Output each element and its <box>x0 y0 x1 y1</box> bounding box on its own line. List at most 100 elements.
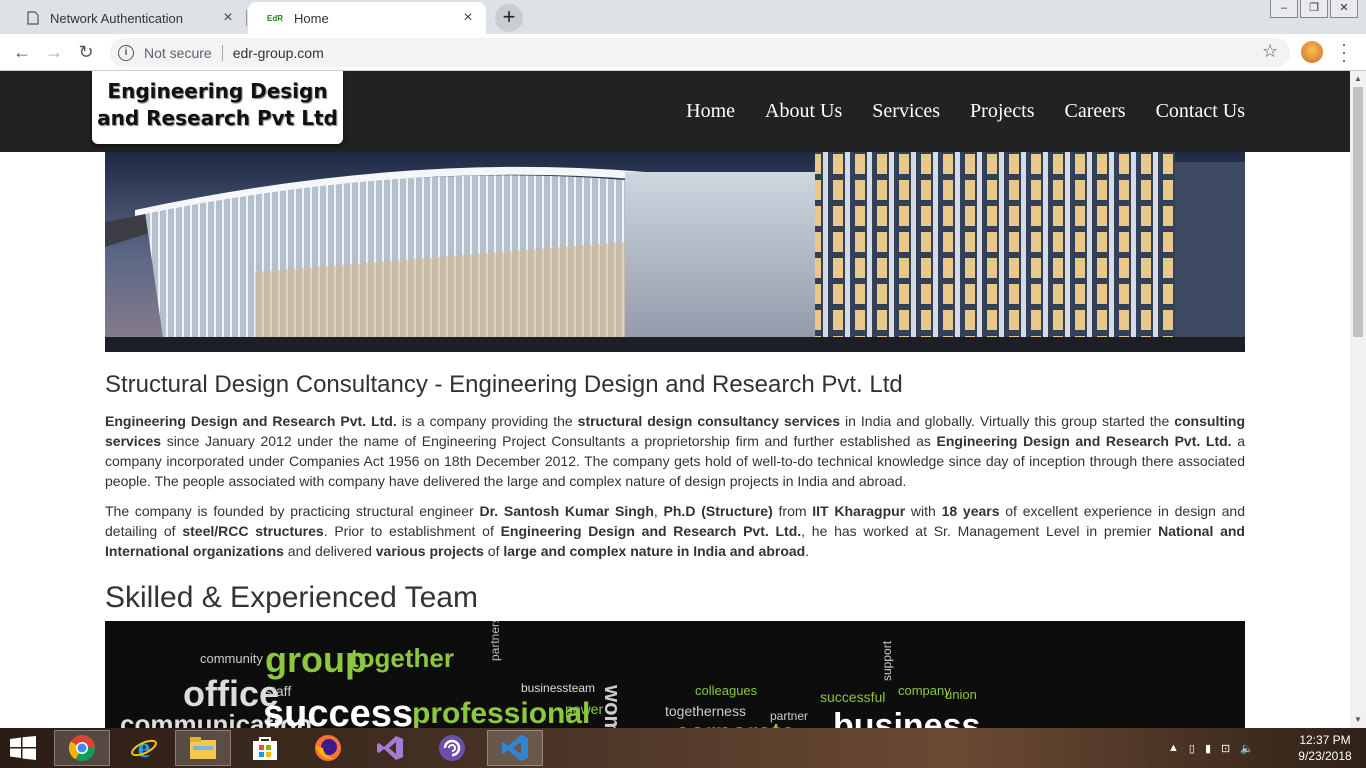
main-content: Structural Design Consultancy - Engineer… <box>105 371 1245 615</box>
menu-icon[interactable]: · · · <box>1338 35 1350 69</box>
word-cloud-word: community <box>200 651 263 666</box>
internet-explorer-icon[interactable]: e <box>116 730 172 766</box>
word-cloud-word: support <box>880 640 894 681</box>
intro-paragraph: Engineering Design and Research Pvt. Ltd… <box>105 411 1245 491</box>
bold-text: large and complex nature in India and ab… <box>503 543 806 559</box>
divider <box>221 44 223 61</box>
battery-level-icon[interactable]: ▮ <box>1205 742 1211 755</box>
word-cloud-word: power <box>565 701 604 717</box>
tab-home[interactable]: EdR Home × <box>248 2 486 34</box>
text-run: from <box>772 503 813 519</box>
page-scrollbar[interactable]: ▲ ▼ <box>1350 71 1366 728</box>
edr-favicon: EdR <box>267 13 283 23</box>
bold-text: structural design consultancy services <box>577 413 841 429</box>
back-icon[interactable]: ← <box>10 40 34 64</box>
bold-text: Dr. Santosh Kumar Singh <box>479 503 654 519</box>
tab-network-authentication[interactable]: Network Authentication × <box>8 2 246 34</box>
word-cloud-word: partner <box>770 709 809 723</box>
founder-paragraph: The company is founded by practicing str… <box>105 501 1245 561</box>
file-explorer-icon[interactable] <box>175 730 231 766</box>
bold-text: Engineering Design and Research Pvt. Ltd… <box>105 413 397 429</box>
close-tab-icon[interactable]: × <box>220 10 236 26</box>
clock-date: 9/23/2018 <box>1298 749 1352 763</box>
scrollbar-thumb[interactable] <box>1353 87 1363 337</box>
nav-services[interactable]: Services <box>872 100 940 123</box>
app-icon[interactable] <box>424 730 480 766</box>
vscode-icon[interactable] <box>487 730 543 766</box>
word-cloud-word: success <box>263 693 414 728</box>
visual-studio-icon[interactable] <box>362 730 418 766</box>
store-icon[interactable] <box>237 730 293 766</box>
bold-text: steel/RCC structures <box>182 523 324 539</box>
page-viewport: Engineering Design and Research Pvt Ltd … <box>0 71 1350 728</box>
text-run: , <box>653 503 664 519</box>
team-word-cloud-image: unitycommunitygrouptogetherpartnersoffic… <box>105 621 1245 728</box>
site-logo[interactable]: Engineering Design and Research Pvt Ltd <box>92 71 343 144</box>
word-cloud-word: union <box>945 687 977 702</box>
text-run: . Prior to establishment of <box>323 523 501 539</box>
network-icon[interactable]: ⊡ <box>1221 742 1230 755</box>
bold-text: Engineering Design and Research Pvt. Ltd… <box>936 433 1232 449</box>
close-window-icon[interactable]: ✕ <box>1330 0 1358 18</box>
close-tab-icon[interactable]: × <box>460 10 476 26</box>
tab-strip: Network Authentication × EdR Home × + – … <box>0 0 1366 34</box>
site-nav: Home About Us Services Projects Careers … <box>686 100 1245 123</box>
reload-icon[interactable]: ↻ <box>74 40 98 64</box>
text-run: . <box>805 543 810 559</box>
browser-toolbar: ← → ↻ i Not secure edr-group.com ☆ · · · <box>0 34 1366 71</box>
window-controls: – ❐ ✕ <box>1270 0 1358 18</box>
text-run: in India and globally. Virtually this gr… <box>840 413 1175 429</box>
word-cloud-word: partners <box>488 621 502 661</box>
text-run: with <box>905 503 942 519</box>
team-heading: Skilled & Experienced Team <box>105 581 478 614</box>
security-label[interactable]: Not secure <box>144 45 212 61</box>
restore-icon[interactable]: ❐ <box>1300 0 1328 18</box>
chrome-icon[interactable] <box>54 730 110 766</box>
scroll-up-icon[interactable]: ▲ <box>1350 71 1366 87</box>
text-run: of <box>483 543 504 559</box>
info-icon[interactable]: i <box>118 44 134 61</box>
scroll-down-icon[interactable]: ▼ <box>1350 712 1366 728</box>
bold-text: Engineering Design and Research Pvt. Ltd… <box>500 523 802 539</box>
show-hidden-icons-icon[interactable]: ▲ <box>1168 742 1179 754</box>
word-cloud-word: company <box>898 683 951 698</box>
word-cloud-word: professional <box>412 697 591 728</box>
forward-icon[interactable]: → <box>42 40 66 64</box>
minimize-icon[interactable]: – <box>1270 0 1298 18</box>
nav-contact-us[interactable]: Contact Us <box>1156 100 1245 123</box>
svg-text:e: e <box>138 734 150 762</box>
nav-about-us[interactable]: About Us <box>765 100 842 123</box>
nav-projects[interactable]: Projects <box>970 100 1034 123</box>
bold-text: various projects <box>375 543 484 559</box>
clock-time: 12:37 PM <box>1299 733 1351 747</box>
hero-building-image <box>105 152 1245 352</box>
new-tab-button[interactable]: + <box>495 4 523 32</box>
tab-label: Network Authentication <box>50 10 183 26</box>
word-cloud-word: colleagues <box>695 683 758 698</box>
word-cloud-word: business <box>833 707 981 728</box>
windows-start-icon[interactable] <box>10 736 36 760</box>
text-run: since January 2012 under the name of Eng… <box>161 433 937 449</box>
system-tray: ▲ ▯ ▮ ⊡ 🔈 <box>1168 728 1254 768</box>
firefox-icon[interactable] <box>300 730 356 766</box>
profile-avatar-icon[interactable] <box>1301 41 1323 63</box>
word-cloud-word: together <box>350 643 454 673</box>
text-run: The company is founded by practicing str… <box>105 503 480 519</box>
nav-careers[interactable]: Careers <box>1064 100 1125 123</box>
bookmark-star-icon[interactable]: ☆ <box>1262 41 1278 62</box>
url-text[interactable]: edr-group.com <box>233 45 324 61</box>
text-run: is a company providing the <box>396 413 578 429</box>
bold-text: Ph.D (Structure) <box>663 503 773 519</box>
nav-home[interactable]: Home <box>686 100 735 123</box>
logo-line-2: and Research Pvt Ltd <box>97 106 338 130</box>
taskbar-clock[interactable]: 12:37 PM 9/23/2018 <box>1290 732 1360 764</box>
windows-taskbar: e ▲ ▯ ▮ ⊡ 🔈 12:37 PM 9/23/2018 <box>0 728 1366 768</box>
address-bar[interactable]: i Not secure edr-group.com <box>110 38 1290 67</box>
bold-text: 18 years <box>941 503 1000 519</box>
word-cloud-word: successful <box>820 689 886 705</box>
battery-icon[interactable]: ▯ <box>1189 742 1195 755</box>
word-cloud-word: businessteam <box>521 681 596 695</box>
consultancy-heading: Structural Design Consultancy - Engineer… <box>105 371 903 398</box>
tab-label: Home <box>294 10 329 26</box>
volume-icon[interactable]: 🔈 <box>1240 742 1254 755</box>
